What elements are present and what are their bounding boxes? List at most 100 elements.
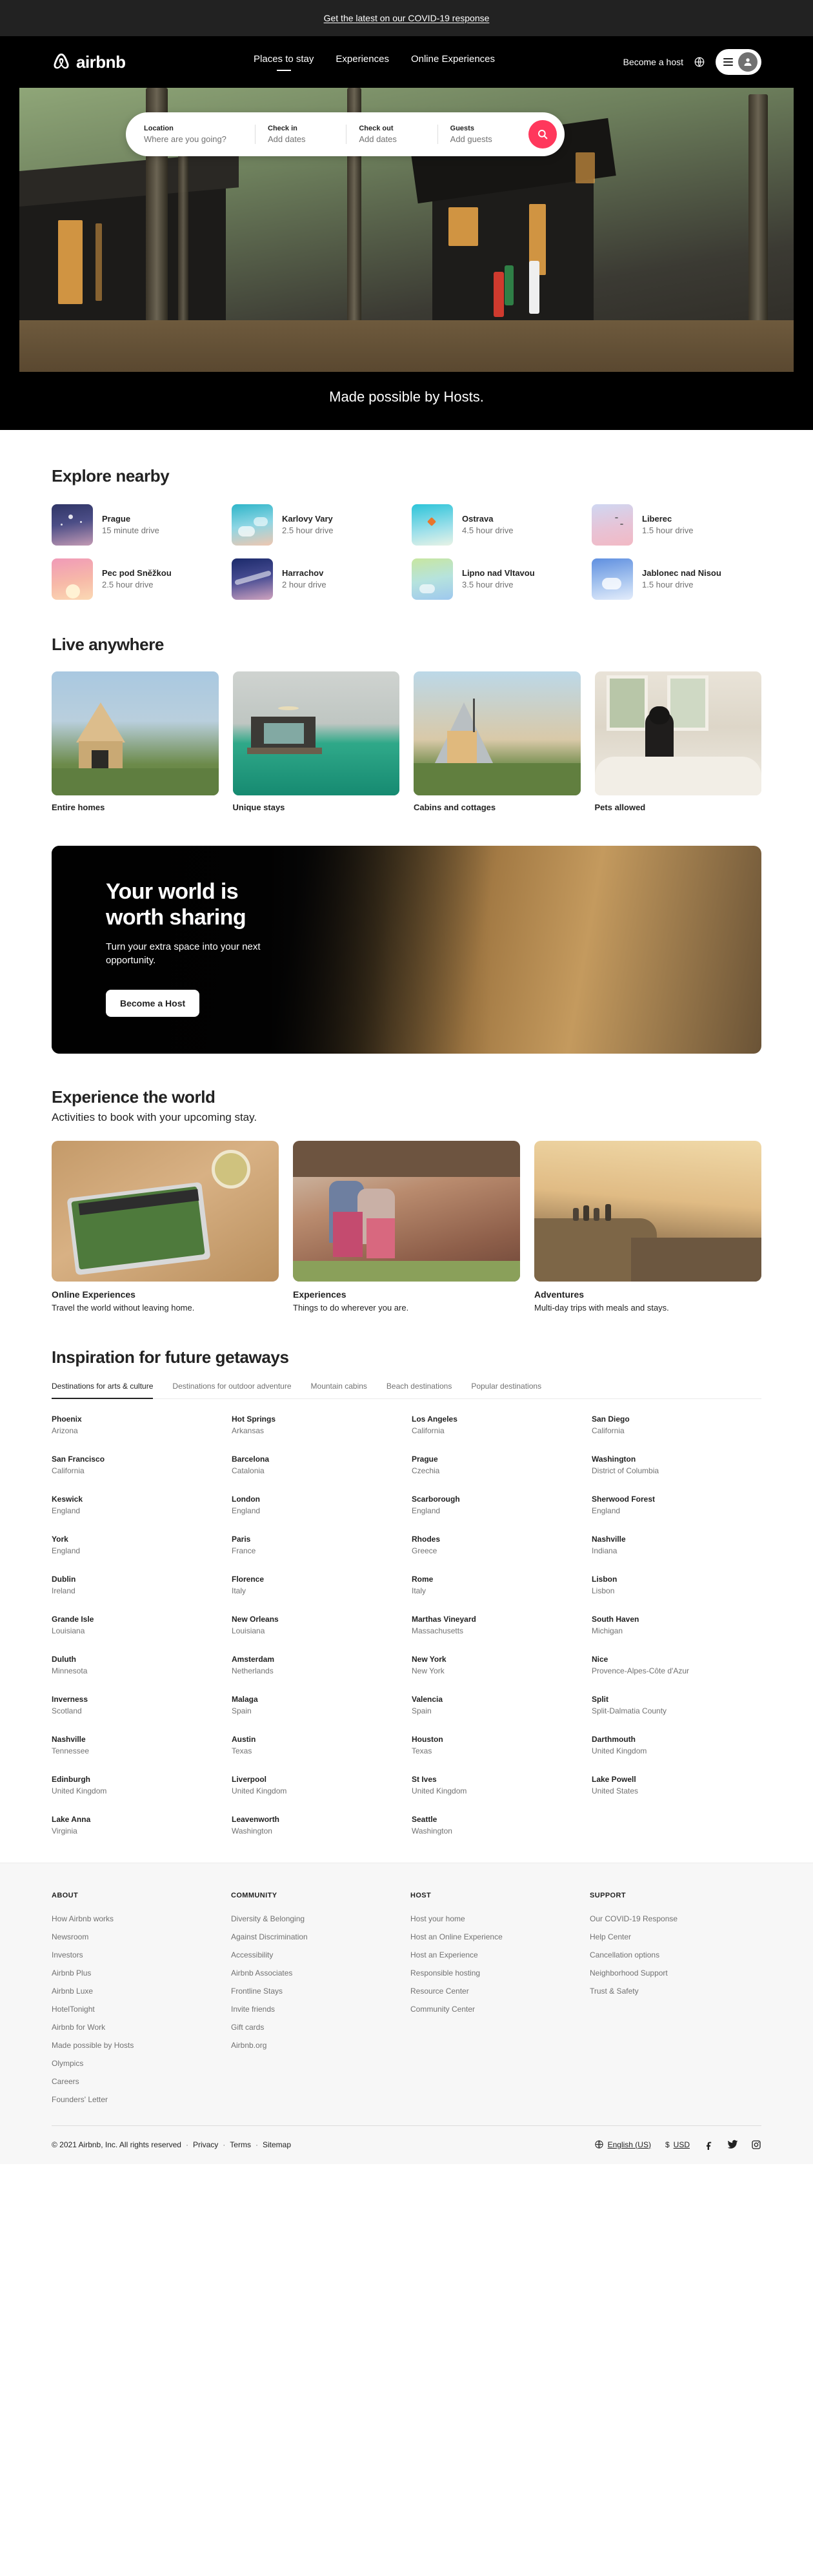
footer-link[interactable]: Help Center [590,1928,761,1946]
footer-link[interactable]: Investors [52,1946,223,1964]
twitter-icon[interactable] [727,2139,738,2150]
destination-item[interactable]: Valencia Spain [412,1693,581,1717]
tab-destinations-for-arts-culture[interactable]: Destinations for arts & culture [52,1382,154,1399]
destination-item[interactable]: Amsterdam Netherlands [232,1653,401,1677]
destination-item[interactable]: London England [232,1493,401,1517]
live-card-pets-allowed[interactable]: Pets allowed [594,671,761,812]
footer-link[interactable]: Resource Center [410,1982,582,2000]
footer-link[interactable]: Careers [52,2072,223,2090]
destination-item[interactable]: Houston Texas [412,1733,581,1757]
footer-link[interactable]: Responsible hosting [410,1964,582,1982]
explore-card-pec-pod-snezkou[interactable]: Pec pod Sněžkou 2.5 hour drive [52,558,221,600]
search-input-guests[interactable]: Add guests [450,134,516,144]
destination-item[interactable]: South Haven Michigan [592,1613,761,1637]
live-card-cabins-and-cottages[interactable]: Cabins and cottages [414,671,581,812]
destination-item[interactable]: Seattle Washington [412,1814,581,1837]
destination-item[interactable]: Rome Italy [412,1573,581,1597]
tab-popular-destinations[interactable]: Popular destinations [471,1382,541,1398]
footer-link[interactable]: Airbnb Associates [231,1964,403,1982]
footer-link[interactable]: How Airbnb works [52,1910,223,1928]
destination-item[interactable]: San Francisco California [52,1453,221,1477]
search-input-checkout[interactable]: Add dates [359,134,424,144]
globe-icon[interactable] [694,56,705,68]
sitemap-link[interactable]: Sitemap [263,2140,291,2149]
footer-link[interactable]: Trust & Safety [590,1982,761,2000]
footer-link[interactable]: Airbnb.org [231,2036,403,2054]
search-button[interactable] [528,120,557,148]
language-selector[interactable]: English (US) [594,2140,651,2149]
footer-link[interactable]: Neighborhood Support [590,1964,761,1982]
footer-link[interactable]: Airbnb for Work [52,2018,223,2036]
destination-item[interactable]: St Ives United Kingdom [412,1774,581,1797]
destination-item[interactable]: New Orleans Louisiana [232,1613,401,1637]
destination-item[interactable]: Los Angeles California [412,1413,581,1436]
destination-item[interactable]: Phoenix Arizona [52,1413,221,1436]
facebook-icon[interactable] [704,2140,714,2150]
experience-card-experiences[interactable]: Experiences Things to do wherever you ar… [293,1141,520,1313]
footer-link[interactable]: Against Discrimination [231,1928,403,1946]
footer-link[interactable]: Airbnb Luxe [52,1982,223,2000]
search-field-checkin[interactable]: Check in Add dates [255,125,346,144]
footer-link[interactable]: Our COVID-19 Response [590,1910,761,1928]
explore-card-lipno-nad-vltavou[interactable]: Lipno nad Vltavou 3.5 hour drive [412,558,581,600]
footer-link[interactable]: Frontline Stays [231,1982,403,2000]
destination-item[interactable]: Grande Isle Louisiana [52,1613,221,1637]
search-field-location[interactable]: Location Where are you going? [126,125,255,144]
explore-card-prague[interactable]: Prague 15 minute drive [52,504,221,546]
nav-link-places-to-stay[interactable]: Places to stay [254,54,314,71]
airbnb-logo[interactable]: airbnb [52,52,126,72]
footer-link[interactable]: Host an Experience [410,1946,582,1964]
destination-item[interactable]: Marthas Vineyard Massachusetts [412,1613,581,1637]
destination-item[interactable]: Scarborough England [412,1493,581,1517]
destination-item[interactable]: Austin Texas [232,1733,401,1757]
destination-item[interactable]: Lake Anna Virginia [52,1814,221,1837]
destination-item[interactable]: Lake Powell United States [592,1774,761,1797]
footer-link[interactable]: Diversity & Belonging [231,1910,403,1928]
footer-link[interactable]: Invite friends [231,2000,403,2018]
explore-card-jablonec-nad-nisou[interactable]: Jablonec nad Nisou 1.5 hour drive [592,558,761,600]
destination-item[interactable]: Hot Springs Arkansas [232,1413,401,1436]
destination-item[interactable]: Split Split-Dalmatia County [592,1693,761,1717]
currency-selector[interactable]: $ USD [665,2140,690,2149]
destination-item[interactable]: New York New York [412,1653,581,1677]
search-field-checkout[interactable]: Check out Add dates [346,125,437,144]
destination-item[interactable]: Keswick England [52,1493,221,1517]
search-input-checkin[interactable]: Add dates [268,134,333,144]
footer-link[interactable]: Gift cards [231,2018,403,2036]
destination-item[interactable]: Malaga Spain [232,1693,401,1717]
footer-link[interactable]: Accessibility [231,1946,403,1964]
experience-card-online-experiences[interactable]: Online Experiences Travel the world with… [52,1141,279,1313]
tab-mountain-cabins[interactable]: Mountain cabins [311,1382,367,1398]
footer-link[interactable]: Cancellation options [590,1946,761,1964]
destination-item[interactable]: Barcelona Catalonia [232,1453,401,1477]
footer-link[interactable]: Host an Online Experience [410,1928,582,1946]
footer-link[interactable]: Founders' Letter [52,2090,223,2109]
tab-beach-destinations[interactable]: Beach destinations [386,1382,452,1398]
footer-link[interactable]: Made possible by Hosts [52,2036,223,2054]
search-input-location[interactable]: Where are you going? [144,134,242,144]
destination-item[interactable]: Prague Czechia [412,1453,581,1477]
destination-item[interactable]: Paris France [232,1533,401,1557]
destination-item[interactable]: Washington District of Columbia [592,1453,761,1477]
search-bar[interactable]: Location Where are you going? Check in A… [126,112,565,156]
user-menu-button[interactable] [716,49,761,75]
footer-link[interactable]: HotelTonight [52,2000,223,2018]
destination-item[interactable]: Inverness Scotland [52,1693,221,1717]
become-a-host-button[interactable]: Become a Host [106,990,200,1017]
destination-item[interactable]: Nashville Indiana [592,1533,761,1557]
destination-item[interactable]: Nashville Tennessee [52,1733,221,1757]
tab-destinations-for-outdoor-adventure[interactable]: Destinations for outdoor adventure [172,1382,291,1398]
explore-card-ostrava[interactable]: Ostrava 4.5 hour drive [412,504,581,546]
explore-card-harrachov[interactable]: Harrachov 2 hour drive [232,558,401,600]
destination-item[interactable]: Lisbon Lisbon [592,1573,761,1597]
become-a-host-link[interactable]: Become a host [623,57,683,67]
destination-item[interactable]: York England [52,1533,221,1557]
live-card-entire-homes[interactable]: Entire homes [52,671,219,812]
destination-item[interactable]: Rhodes Greece [412,1533,581,1557]
terms-link[interactable]: Terms [230,2140,251,2149]
nav-link-experiences[interactable]: Experiences [336,54,389,71]
search-field-guests[interactable]: Guests Add guests [437,125,528,144]
destination-item[interactable]: Florence Italy [232,1573,401,1597]
nav-link-online-experiences[interactable]: Online Experiences [411,54,495,71]
destination-item[interactable]: Darthmouth United Kingdom [592,1733,761,1757]
